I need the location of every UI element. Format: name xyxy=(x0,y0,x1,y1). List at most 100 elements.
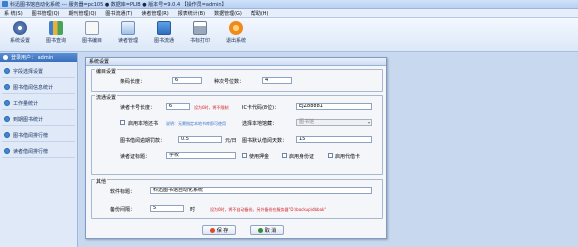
menu-periodical-management[interactable]: 期刊管理(Q) xyxy=(69,10,97,17)
toolbar-book-search-label: 图书查询 xyxy=(45,38,66,44)
save-button-label: 保 存 xyxy=(216,227,229,234)
overdue-fine-input[interactable]: 0.5 xyxy=(178,136,222,143)
menu-book-management[interactable]: 图书管理(Q) xyxy=(32,10,60,17)
software-title-label: 软件标题： xyxy=(110,189,136,195)
toolbar-exit-label: 退出系统 xyxy=(225,38,246,44)
menu-reports[interactable]: 报表统计(B) xyxy=(178,10,205,17)
backup-interval-hint: 设为0时，将不自动备份。另外备份在服务器"D:\backup\dbbak" xyxy=(210,207,327,212)
nav-item-field-settings[interactable]: 字段选择设置 xyxy=(2,65,75,78)
toolbar-label-print-label: 书标打印 xyxy=(189,38,210,44)
printer-icon xyxy=(193,21,207,35)
app-icon xyxy=(2,1,8,7)
window-titlebar: 科迅图书馆自动化系统 --- 服务器=pc105 ● 数据库=PLIB ● 版本… xyxy=(0,0,578,9)
dialog-title-bar: 系统设置 xyxy=(86,58,386,66)
toolbar-cataloging-label: 图书编目 xyxy=(81,38,102,44)
local-library-value: 图书馆 xyxy=(299,119,315,125)
enable-proxy-card-label: 启用代借卡 xyxy=(335,154,361,160)
card-title-label: 读者证标题： xyxy=(120,154,151,160)
toolbar-reader-management-button[interactable]: 读者管理 xyxy=(110,21,146,44)
local-return-checkbox[interactable] xyxy=(120,120,125,125)
toolbar: 系统设置 图书查询 图书编目 读者管理 图书流通 书标打印 退出系统 xyxy=(0,18,578,52)
save-button[interactable]: 保 存 xyxy=(202,225,236,235)
enable-id-card-checkbox[interactable] xyxy=(282,153,287,158)
nav-item-workload-stats[interactable]: 工作量统计 xyxy=(2,97,75,110)
left-nav-panel: 登录用户： admin 字段选择设置 图书借阅信息统计 工作量统计 到期图书统计… xyxy=(0,53,78,247)
nav-item-label: 图书借阅排行榜 xyxy=(13,132,49,139)
default-days-label: 图书默认借阅天数： xyxy=(242,138,288,144)
nav-item-overdue-stats[interactable]: 到期图书统计 xyxy=(2,113,75,126)
bullet-icon xyxy=(4,100,10,106)
logged-in-user-bar: 登录用户： admin xyxy=(0,53,77,62)
toolbar-exit-button[interactable]: 退出系统 xyxy=(218,21,254,44)
nav-item-label: 读者借阅排行榜 xyxy=(13,148,49,155)
catalog-settings-group: 编目设置 条码长度： 6 种次号位数： 4 xyxy=(91,68,383,92)
local-return-label: 启用本地还书 xyxy=(128,121,159,127)
toolbar-book-search-button[interactable]: 图书查询 xyxy=(38,21,74,44)
user-icon xyxy=(3,55,8,60)
books-icon xyxy=(49,21,63,35)
card-length-label: 读者卡号长度： xyxy=(120,105,156,111)
software-title-input[interactable]: 科迅图书馆自动化系统 xyxy=(150,187,372,194)
overdue-fine-unit: 元/日 xyxy=(225,138,237,144)
bullet-icon xyxy=(4,68,10,74)
document-edit-icon xyxy=(85,21,99,35)
monitor-icon xyxy=(157,21,171,35)
ic-code-label: IC卡代码(8位)： xyxy=(242,105,280,111)
seq-digits-input[interactable]: 4 xyxy=(262,77,292,84)
nav-item-book-ranking[interactable]: 图书借阅排行榜 xyxy=(2,129,75,142)
nav-item-borrow-stats[interactable]: 图书借阅信息统计 xyxy=(2,81,75,94)
bullet-icon xyxy=(4,116,10,122)
default-days-input[interactable]: 15 xyxy=(296,136,372,143)
overdue-fine-label: 图书借阅逾期罚款： xyxy=(120,138,166,144)
menu-circulation[interactable]: 图书流通(T) xyxy=(105,10,132,17)
menu-help[interactable]: 帮助(H) xyxy=(251,10,269,17)
catalog-group-title: 编目设置 xyxy=(95,68,118,75)
nav-item-label: 到期图书统计 xyxy=(13,116,44,123)
cancel-icon xyxy=(257,227,263,233)
menu-reader-management[interactable]: 读者管理(R) xyxy=(141,10,168,17)
barcode-length-input[interactable]: 6 xyxy=(172,77,202,84)
ic-code-input[interactable]: EJZ88881 xyxy=(296,103,372,110)
menu-system[interactable]: 系 统(S) xyxy=(4,10,23,17)
card-title-input[interactable]: 学校 xyxy=(166,152,236,159)
circulation-settings-group: 流通设置 读者卡号长度： 6 设为0时，将不限制 IC卡代码(8位)： EJZ8… xyxy=(91,94,383,175)
logged-in-user-label: 登录用户： admin xyxy=(11,55,54,61)
gear-icon xyxy=(13,21,27,35)
menu-data-management[interactable]: 数据管理(G) xyxy=(214,10,242,17)
backup-interval-input[interactable]: 5 xyxy=(150,205,184,212)
barcode-length-label: 条码长度： xyxy=(120,79,146,85)
toolbar-reader-management-label: 读者管理 xyxy=(117,38,138,44)
menu-bar: 系 统(S) 图书管理(Q) 期刊管理(Q) 图书流通(T) 读者管理(R) 报… xyxy=(0,9,578,18)
local-library-select[interactable]: 图书馆 ▾ xyxy=(296,119,372,126)
system-settings-dialog: 系统设置 编目设置 条码长度： 6 种次号位数： 4 流通设置 读者卡号长度： … xyxy=(85,57,387,239)
local-library-label: 选择本地馆藏： xyxy=(242,121,278,127)
bullet-icon xyxy=(4,132,10,138)
dialog-title: 系统设置 xyxy=(89,59,110,65)
exit-icon xyxy=(229,21,243,35)
backup-interval-label: 备份间隔： xyxy=(110,207,136,213)
card-length-input[interactable]: 6 xyxy=(166,103,190,110)
other-group-title: 其他 xyxy=(95,178,108,185)
use-deposit-checkbox[interactable] xyxy=(242,153,247,158)
other-settings-group: 其他 软件标题： 科迅图书馆自动化系统 备份间隔： 5 时 设为0时，将不自动备… xyxy=(91,178,383,219)
card-length-hint: 设为0时，将不限制 xyxy=(194,105,229,110)
toolbar-system-settings-button[interactable]: 系统设置 xyxy=(2,21,38,44)
bullet-icon xyxy=(4,84,10,90)
toolbar-label-print-button[interactable]: 书标打印 xyxy=(182,21,218,44)
circulation-group-title: 流通设置 xyxy=(95,94,118,101)
use-deposit-label: 使用押金 xyxy=(249,154,270,160)
cancel-button[interactable]: 取 消 xyxy=(250,225,284,235)
seq-digits-label: 种次号位数： xyxy=(214,79,245,85)
chevron-down-icon: ▾ xyxy=(367,120,370,125)
nav-item-reader-ranking[interactable]: 读者借阅排行榜 xyxy=(2,145,75,158)
toolbar-circulation-button[interactable]: 图书流通 xyxy=(146,21,182,44)
toolbar-cataloging-button[interactable]: 图书编目 xyxy=(74,21,110,44)
user-card-icon xyxy=(121,21,135,35)
toolbar-system-settings-label: 系统设置 xyxy=(9,38,30,44)
enable-proxy-card-checkbox[interactable] xyxy=(328,153,333,158)
cancel-button-label: 取 消 xyxy=(264,227,277,234)
window-title: 科迅图书馆自动化系统 --- 服务器=pc105 ● 数据库=PLIB ● 版本… xyxy=(10,1,227,8)
nav-item-label: 工作量统计 xyxy=(13,100,39,107)
nav-item-label: 字段选择设置 xyxy=(13,68,44,75)
local-return-hint: 说明：无需指定本地书库即可使用 xyxy=(166,121,226,126)
